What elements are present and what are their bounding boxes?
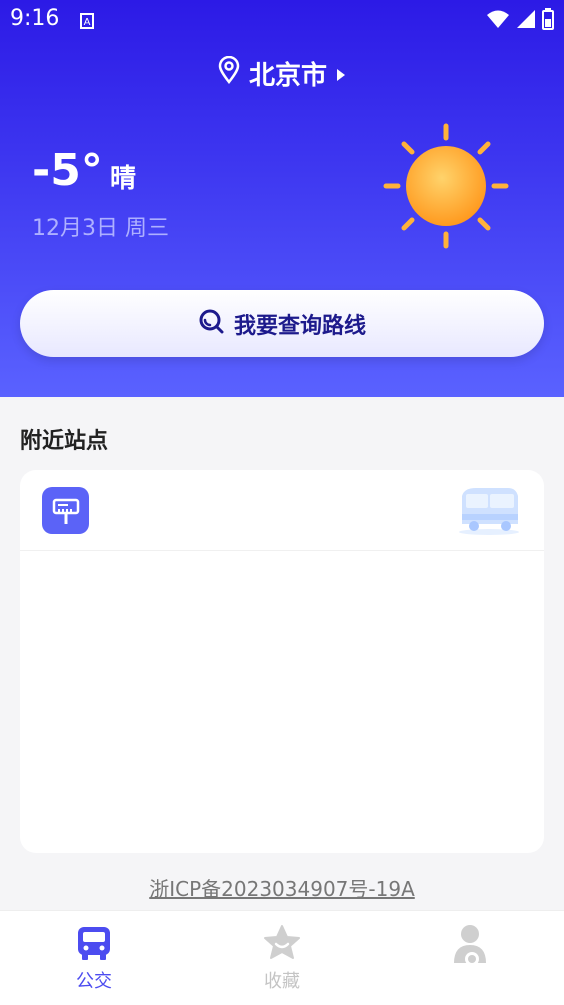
battery-icon (542, 8, 554, 36)
wifi-icon (486, 9, 510, 35)
user-icon (450, 923, 490, 966)
tab-bus-label: 公交 (76, 971, 112, 992)
bus-stop-icon (42, 487, 89, 534)
city-selector[interactable]: 北京市 (0, 55, 564, 92)
sun-icon (380, 120, 512, 252)
city-name: 北京市 (248, 61, 327, 91)
nearby-stop-header[interactable] (20, 470, 544, 551)
nearby-stops-title: 附近站点 (20, 429, 109, 454)
tab-profile[interactable] (410, 923, 530, 967)
star-icon (262, 923, 302, 963)
search-route-label: 我要查询路线 (233, 313, 366, 339)
tab-favorites-label: 收藏 (264, 971, 300, 992)
nearby-stops-card (20, 470, 544, 853)
caret-right-icon (335, 59, 347, 89)
weather-condition: 晴 (110, 164, 137, 194)
location-pin-icon (217, 55, 241, 91)
weather-date: 12月3日 周三 (32, 216, 169, 241)
bus-icon (74, 923, 114, 963)
tab-bus[interactable]: 公交 (34, 923, 154, 993)
status-time: 9:16 (10, 6, 60, 31)
svg-text:A: A (84, 17, 91, 28)
icp-record-link[interactable]: 浙ICP备2023034907号-19A (0, 873, 564, 902)
bus-illustration-icon (456, 484, 522, 536)
search-icon (198, 308, 224, 340)
tab-favorites[interactable]: 收藏 (222, 923, 342, 993)
search-route-button[interactable]: 我要查询路线 (20, 290, 544, 357)
temperature: -5° (32, 145, 103, 196)
status-bar: 9:16 A (0, 0, 564, 38)
signal-icon (516, 9, 536, 35)
notification-icon: A (80, 10, 94, 35)
bottom-tab-bar: 公交 收藏 (0, 910, 564, 1005)
